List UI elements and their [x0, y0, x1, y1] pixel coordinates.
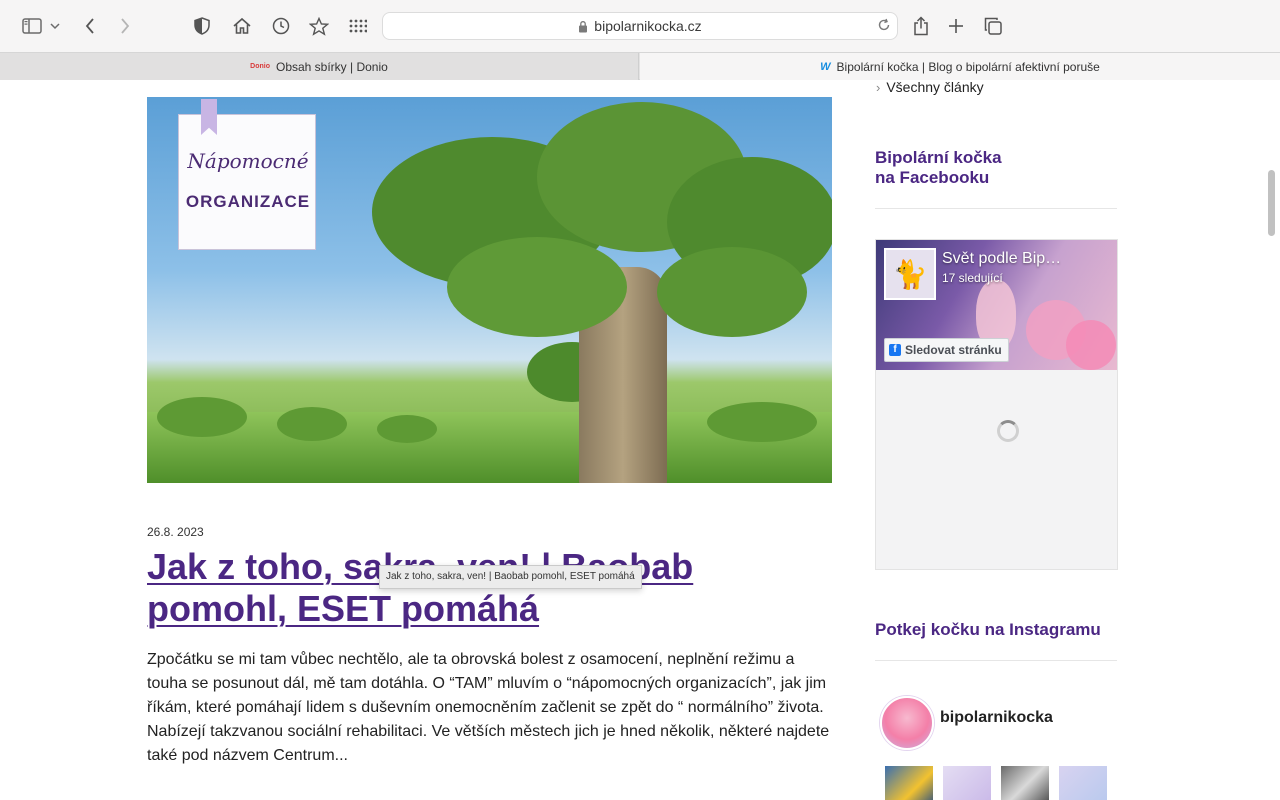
facebook-logo-icon: f — [889, 344, 901, 356]
fb-follow-button[interactable]: f Sledovat stránku — [884, 338, 1009, 362]
tabs-icon — [984, 17, 1002, 35]
sidebar-icon — [22, 18, 42, 34]
plus-icon — [949, 19, 963, 33]
facebook-title-line2: na Facebooku — [875, 168, 990, 187]
post-featured-image[interactable]: Nápomocné ORGANIZACE — [147, 97, 832, 483]
widget-divider — [875, 208, 1117, 209]
tab-bar: Donio Obsah sbírky | Donio W Bipolární k… — [0, 52, 1280, 80]
bush — [377, 415, 437, 443]
share-icon — [914, 16, 928, 36]
home-icon — [233, 17, 251, 34]
tab-label: Bipolární kočka | Blog o bipolární afekt… — [836, 59, 1100, 74]
blog-favicon-icon: W — [820, 60, 831, 73]
tab-label: Obsah sbírky | Donio — [275, 59, 388, 74]
chevron-left-icon — [85, 18, 94, 34]
share-button[interactable] — [910, 12, 932, 40]
all-articles-link[interactable]: › Všechny články — [876, 80, 984, 95]
lock-icon — [579, 20, 588, 32]
all-articles-label: Všechny články — [886, 80, 984, 95]
baobab-crown — [447, 237, 627, 337]
instagram-username[interactable]: bipolarnikocka — [940, 709, 1053, 727]
badge-subtitle: ORGANIZACE — [185, 192, 311, 211]
bush — [157, 397, 247, 437]
baobab-crown — [657, 247, 807, 337]
tab-overview-button[interactable] — [982, 12, 1004, 40]
sidebar-toggle-button[interactable] — [18, 12, 64, 40]
instagram-thumbnail[interactable] — [885, 766, 933, 800]
address-text: bipolarnikocka.cz — [594, 18, 702, 34]
fb-followers-count: 17 sledující — [942, 271, 1003, 285]
browser-toolbar: bipolarnikocka.cz — [0, 0, 1280, 52]
facebook-widget-title: Bipolární kočka na Facebooku — [875, 148, 1002, 188]
fb-page-avatar[interactable]: 🐈 — [884, 248, 936, 300]
star-icon — [309, 16, 329, 36]
apps-grid-button[interactable] — [347, 12, 369, 40]
forward-button[interactable] — [115, 12, 135, 40]
shield-icon — [194, 17, 210, 35]
page-scrollbar[interactable] — [1268, 170, 1275, 236]
reload-icon — [878, 18, 890, 31]
home-button[interactable] — [231, 12, 253, 40]
facebook-title-line1: Bipolární kočka — [875, 148, 1002, 167]
chevron-right-icon: › — [876, 80, 881, 95]
bookmark-button[interactable] — [308, 12, 330, 40]
instagram-thumbnail[interactable] — [943, 766, 991, 800]
fb-follow-label: Sledovat stránku — [905, 343, 1002, 357]
bush — [277, 407, 347, 441]
post-excerpt: Zpočátku se mi tam vůbec nechtělo, ale t… — [147, 651, 830, 764]
category-badge: Nápomocné ORGANIZACE — [178, 99, 316, 250]
cat-icon: 🐈 — [892, 258, 928, 290]
facebook-page-plugin: 🐈 Svět podle Bip… 17 sledující f Sledova… — [875, 239, 1118, 570]
grid-icon — [349, 19, 367, 33]
loading-spinner-icon — [997, 420, 1019, 442]
chevron-right-icon — [121, 18, 130, 34]
instagram-avatar[interactable] — [880, 696, 934, 750]
chevron-down-icon — [50, 23, 60, 30]
instagram-thumbnail[interactable] — [1001, 766, 1049, 800]
tab-donio[interactable]: Donio Obsah sbírky | Donio — [0, 53, 639, 80]
link-tooltip: Jak z toho, sakra, ven! | Baobab pomohl,… — [379, 565, 642, 589]
instagram-widget-title: Potkej kočku na Instagramu — [875, 620, 1101, 639]
fb-cover-image[interactable]: 🐈 Svět podle Bip… 17 sledující f Sledova… — [876, 240, 1117, 370]
back-button[interactable] — [80, 12, 100, 40]
bookmark-ribbon-icon — [201, 99, 217, 135]
privacy-shield-button[interactable] — [192, 12, 212, 40]
widget-divider — [875, 660, 1117, 661]
page-content: Nápomocné ORGANIZACE 26.8. 2023 Jak z to… — [0, 80, 1280, 800]
new-tab-button[interactable] — [945, 12, 967, 40]
tab-bipolarni-kocka[interactable]: W Bipolární kočka | Blog o bipolární afe… — [640, 53, 1280, 80]
donio-favicon-icon: Donio — [250, 63, 270, 70]
clock-icon — [272, 17, 290, 35]
bush — [707, 402, 817, 442]
instagram-thumbnail[interactable] — [1059, 766, 1107, 800]
reload-button[interactable] — [877, 18, 891, 35]
address-bar[interactable]: bipolarnikocka.cz — [382, 12, 898, 40]
fb-page-name[interactable]: Svět podle Bip… — [942, 250, 1061, 268]
flower — [1066, 320, 1116, 370]
history-button[interactable] — [271, 12, 291, 40]
badge-title: Nápomocné — [187, 149, 309, 173]
post-date: 26.8. 2023 — [147, 525, 204, 539]
